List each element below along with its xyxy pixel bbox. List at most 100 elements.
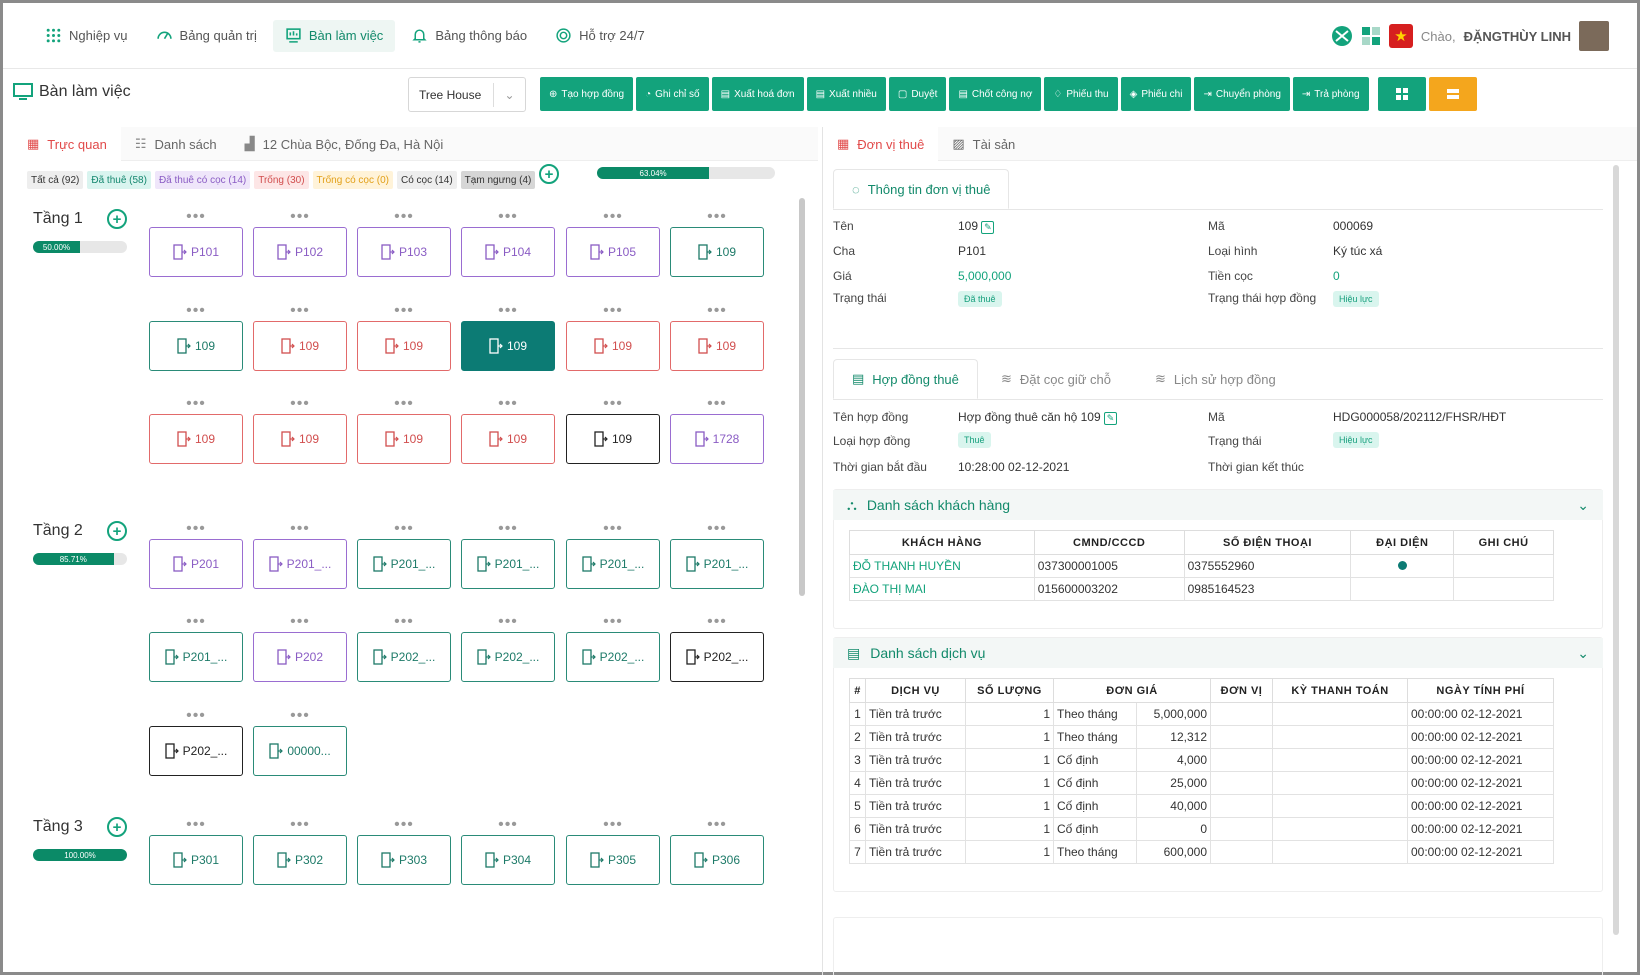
room-card[interactable]: ••• 109 [566,395,660,464]
more-icon[interactable]: ••• [358,395,450,413]
more-icon[interactable]: ••• [358,520,450,538]
more-icon[interactable]: ••• [671,208,763,226]
more-icon[interactable]: ••• [150,395,242,413]
record-meter-button[interactable]: ◔ Ghi chỉ số [636,77,709,111]
list-view-button[interactable] [1428,77,1477,111]
more-icon[interactable]: ••• [462,520,554,538]
room-card[interactable]: ••• P201_... [149,613,243,682]
approve-button[interactable]: ▢ Duyệt [888,77,947,111]
room-card[interactable]: ••• 109 [670,208,764,277]
table-row[interactable]: ĐỖ THANH HUYỀN 037300001005 0375552960 [849,554,1554,578]
room-card[interactable]: ••• P202_... [149,707,243,776]
right-scrollbar[interactable] [1613,165,1619,935]
more-icon[interactable]: ••• [462,816,554,834]
filter-chip[interactable]: Đã thuê (58) [87,171,151,189]
room-card[interactable]: ••• P105 [566,208,660,277]
payment-button[interactable]: ◈ Phiếu chi [1120,77,1192,111]
room-card[interactable]: ••• 109 [566,302,660,371]
more-icon[interactable]: ••• [254,520,346,538]
room-card[interactable]: ••• P201_... [253,520,347,589]
tab-list[interactable]: ☷ Danh sách [121,127,231,161]
customer-section-header[interactable]: ⛬ Danh sách khách hàng ⌄ [833,490,1603,520]
room-card[interactable]: ••• P202 [253,613,347,682]
tab-unit-info[interactable]: ◌ Thông tin đơn vị thuê [833,169,1010,209]
filter-chip[interactable]: Tạm ngưng (4) [460,171,536,189]
more-icon[interactable]: ••• [671,613,763,631]
tab-contract-history[interactable]: ≋ Lịch sử hợp đồng [1155,359,1276,399]
checkout-button[interactable]: ⇥ Trả phòng [1292,77,1369,111]
more-icon[interactable]: ••• [671,816,763,834]
more-icon[interactable]: ••• [254,395,346,413]
receipt-button[interactable]: ♢ Phiếu thu [1044,77,1118,111]
more-icon[interactable]: ••• [150,816,242,834]
export-invoice-button[interactable]: ▤ Xuất hoá đơn [711,77,804,111]
nav-item-bang-quan-tri[interactable]: Bảng quản trị [144,20,269,52]
add-room-button[interactable]: + [107,817,127,837]
table-row[interactable]: 7 Tiền trả trước 1 Theo tháng 600,000 00:00:0… [849,840,1554,864]
more-icon[interactable]: ••• [358,613,450,631]
room-card[interactable]: ••• P305 [566,816,660,885]
room-card[interactable]: ••• P201_... [357,520,451,589]
more-icon[interactable]: ••• [671,302,763,320]
more-icon[interactable]: ••• [358,208,450,226]
table-row[interactable]: ĐÀO THỊ MAI 015600003202 0985164523 [849,577,1554,601]
nav-item-ban-lam-viec[interactable]: Bàn làm việc [272,19,396,52]
table-row[interactable]: 3 Tiền trả trước 1 Cố định 4,000 00:00:00 02-… [849,748,1554,772]
more-icon[interactable]: ••• [150,707,242,725]
more-icon[interactable]: ••• [567,613,659,631]
tab-visual[interactable]: ▦ Trực quan [13,127,121,161]
more-icon[interactable]: ••• [358,816,450,834]
more-icon[interactable]: ••• [150,302,242,320]
room-card[interactable]: ••• P201 [149,520,243,589]
more-icon[interactable]: ••• [462,395,554,413]
room-card[interactable]: ••• P202_... [670,613,764,682]
room-card[interactable]: ••• P102 [253,208,347,277]
more-icon[interactable]: ••• [254,707,346,725]
room-card[interactable]: ••• P103 [357,208,451,277]
table-row[interactable]: 1 Tiền trả trước 1 Theo tháng 5,000,000 00:00… [849,702,1554,726]
room-card[interactable]: ••• P101 [149,208,243,277]
more-icon[interactable]: ••• [462,208,554,226]
service-section-header[interactable]: ▤ Danh sách dịch vụ ⌄ [833,638,1603,668]
room-card[interactable]: ••• P202_... [357,613,451,682]
add-room-button[interactable]: + [107,521,127,541]
room-card[interactable]: ••• P303 [357,816,451,885]
tab-asset[interactable]: ▨ Tài sản [938,127,1029,161]
add-room-button[interactable]: + [107,209,127,229]
room-card[interactable]: ••• P201_... [461,520,555,589]
tab-unit[interactable]: ▦ Đơn vị thuê [823,127,939,161]
room-card[interactable]: ••• 109 [670,302,764,371]
filter-chip[interactable]: Tất cả (92) [27,171,84,189]
export-multiple-button[interactable]: ▤ Xuất nhiều [806,77,886,111]
room-card[interactable]: ••• 00000... [253,707,347,776]
more-icon[interactable]: ••• [671,395,763,413]
more-icon[interactable]: ••• [671,520,763,538]
filter-chip[interactable]: Có cọc (14) [396,171,457,189]
room-card[interactable]: ••• P304 [461,816,555,885]
room-card[interactable]: ••• 109 [149,302,243,371]
add-filter-button[interactable]: + [539,164,559,184]
more-icon[interactable]: ••• [150,520,242,538]
edit-icon[interactable]: ✎ [981,221,995,234]
room-card[interactable]: ••• P201_... [670,520,764,589]
room-card[interactable]: ••• P301 [149,816,243,885]
more-icon[interactable]: ••• [358,302,450,320]
table-row[interactable]: 6 Tiền trả trước 1 Cố định 0 00:00:00 02-12-2… [849,817,1554,841]
room-card[interactable]: ••• P302 [253,816,347,885]
room-card[interactable]: ••• 109 [357,302,451,371]
more-icon[interactable]: ••• [254,816,346,834]
left-scrollbar[interactable] [799,198,805,596]
more-icon[interactable]: ••• [567,395,659,413]
more-icon[interactable]: ••• [462,613,554,631]
nav-item-ho-tro[interactable]: Hỗ trợ 24/7 [543,20,657,52]
nav-item-bang-thong-bao[interactable]: Bảng thông báo [399,20,539,52]
windows-view-button[interactable] [1377,77,1426,111]
more-icon[interactable]: ••• [567,208,659,226]
move-room-button[interactable]: ⇥ Chuyển phòng [1194,77,1290,111]
filter-chip[interactable]: Đã thuê có cọc (14) [154,171,251,189]
table-row[interactable]: 5 Tiền trả trước 1 Cố định 40,000 00:00:00 02… [849,794,1554,818]
tab-deposit[interactable]: ≋ Đặt cọc giữ chỗ [1001,359,1111,399]
more-icon[interactable]: ••• [254,208,346,226]
create-contract-button[interactable]: ⊕ Tạo hợp đồng [540,77,634,111]
more-icon[interactable]: ••• [567,302,659,320]
